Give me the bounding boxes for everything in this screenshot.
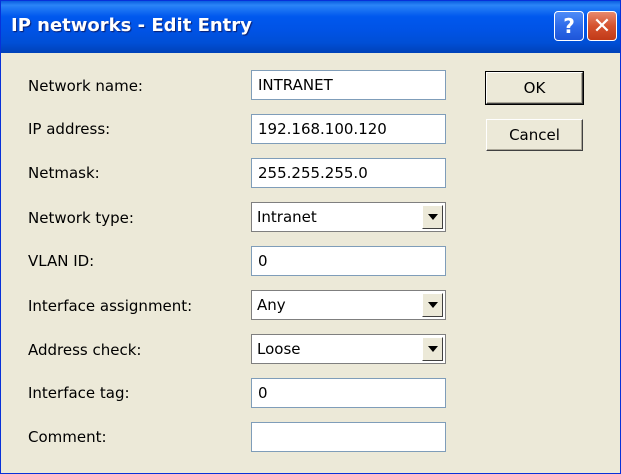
chevron-down-icon[interactable] — [422, 205, 443, 229]
network-type-label: Network type: — [28, 209, 134, 227]
interface-tag-label: Interface tag: — [28, 384, 130, 402]
ip-address-input[interactable] — [251, 114, 446, 144]
address-check-value: Loose — [257, 340, 301, 358]
title-bar[interactable]: IP networks - Edit Entry ? ✕ — [1, 1, 620, 53]
netmask-label: Netmask: — [28, 164, 100, 182]
address-check-select[interactable]: Loose — [251, 334, 446, 364]
ok-button[interactable]: OK — [485, 71, 584, 105]
cancel-button[interactable]: Cancel — [486, 119, 583, 151]
interface-assignment-value: Any — [257, 296, 286, 314]
comment-input[interactable] — [251, 422, 446, 452]
comment-label: Comment: — [28, 428, 107, 446]
network-name-label: Network name: — [28, 77, 143, 95]
question-mark-icon: ? — [563, 14, 575, 38]
network-type-select[interactable]: Intranet — [251, 202, 446, 232]
interface-assignment-select[interactable]: Any — [251, 290, 446, 320]
vlan-id-label: VLAN ID: — [28, 252, 95, 270]
network-name-input[interactable] — [251, 70, 446, 100]
help-button[interactable]: ? — [554, 11, 584, 41]
close-button[interactable]: ✕ — [587, 11, 617, 41]
dialog-window: IP networks - Edit Entry ? ✕ Network nam… — [0, 0, 621, 474]
interface-assignment-label: Interface assignment: — [28, 297, 193, 315]
vlan-id-input[interactable] — [251, 246, 446, 276]
interface-tag-input[interactable] — [251, 378, 446, 408]
ip-address-label: IP address: — [28, 120, 111, 138]
window-title: IP networks - Edit Entry — [11, 15, 252, 36]
netmask-input[interactable] — [251, 158, 446, 188]
address-check-label: Address check: — [28, 341, 142, 359]
chevron-down-icon[interactable] — [422, 337, 443, 361]
chevron-down-icon[interactable] — [422, 293, 443, 317]
network-type-value: Intranet — [257, 208, 317, 226]
close-icon: ✕ — [592, 13, 612, 39]
